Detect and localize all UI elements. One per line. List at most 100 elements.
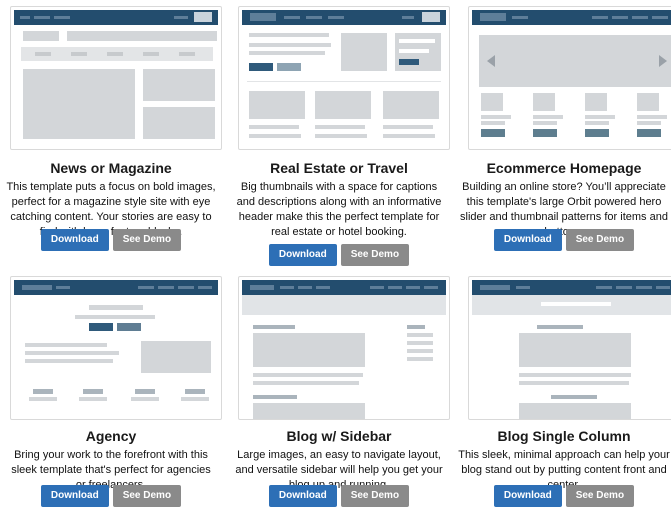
see-demo-button[interactable]: See Demo — [565, 485, 635, 507]
wireframe-shape — [585, 93, 607, 111]
wireframe-shape — [537, 325, 583, 329]
download-button[interactable]: Download — [493, 485, 562, 507]
wireframe-shape — [249, 125, 299, 129]
wireframe-shape — [25, 351, 119, 355]
wireframe-shape — [592, 16, 608, 19]
wireframe-shape — [407, 357, 433, 361]
template-title: Agency — [85, 428, 137, 444]
wireframe-shape — [481, 121, 505, 125]
wireframe-shape — [277, 63, 301, 71]
wireframe-shape — [407, 349, 433, 353]
wireframe-shape — [23, 69, 135, 139]
wireframe-shape — [481, 115, 511, 119]
wireframe-shape — [632, 16, 648, 19]
wireframe-shape — [399, 39, 435, 43]
wireframe-shape — [533, 93, 555, 111]
wireframe-shape — [422, 12, 440, 22]
wireframe-shape — [652, 16, 668, 19]
wireframe-shape — [399, 59, 419, 65]
template-title: Ecommerce Homepage — [486, 160, 642, 176]
wireframe-shape — [250, 285, 274, 290]
wireframe-shape — [56, 286, 70, 289]
template-title: Blog w/ Sidebar — [286, 428, 392, 444]
wireframe-shape — [249, 33, 329, 37]
wireframe-shape — [541, 302, 611, 306]
see-demo-button[interactable]: See Demo — [112, 485, 182, 507]
wireframe-shape — [383, 134, 435, 138]
template-thumbnail-blog-single-column[interactable] — [468, 276, 671, 420]
wireframe-shape — [481, 129, 505, 137]
see-demo-button[interactable]: See Demo — [340, 485, 410, 507]
template-title: Blog Single Column — [497, 428, 631, 444]
wireframe-shape — [637, 129, 661, 137]
wireframe-shape — [89, 323, 113, 331]
download-button[interactable]: Download — [40, 229, 109, 251]
wireframe-shape — [383, 125, 433, 129]
wireframe-shape — [519, 333, 631, 367]
wireframe-shape — [143, 69, 215, 101]
wireframe-shape — [637, 115, 667, 119]
see-demo-button[interactable]: See Demo — [340, 244, 410, 266]
wireframe-shape — [34, 16, 50, 19]
wireframe-shape — [519, 373, 631, 377]
template-thumbnail-ecommerce[interactable] — [468, 6, 671, 150]
download-button[interactable]: Download — [268, 485, 337, 507]
wireframe-shape — [29, 397, 57, 401]
wireframe-shape — [253, 325, 295, 329]
wireframe-shape — [83, 389, 103, 394]
template-thumbnail-agency[interactable] — [10, 276, 222, 420]
wireframe-shape — [516, 286, 530, 289]
wireframe-shape — [280, 286, 294, 289]
wireframe-shape — [402, 16, 414, 19]
wireframe-shape — [71, 52, 87, 56]
chevron-left-icon — [487, 55, 495, 67]
template-title: News or Magazine — [50, 160, 172, 176]
wireframe-shape — [512, 16, 528, 19]
wireframe-shape — [480, 13, 506, 21]
wireframe-shape — [25, 359, 113, 363]
wireframe-shape — [54, 16, 70, 19]
wireframe-shape — [637, 93, 659, 111]
wireframe-shape — [406, 286, 420, 289]
wireframe-shape — [407, 333, 433, 337]
wireframe-shape — [249, 51, 325, 55]
download-button[interactable]: Download — [493, 229, 562, 251]
template-thumbnail-blog-sidebar[interactable] — [238, 276, 450, 420]
download-button[interactable]: Download — [40, 485, 109, 507]
see-demo-button[interactable]: See Demo — [112, 229, 182, 251]
wireframe-shape — [242, 295, 446, 315]
wireframe-shape — [636, 286, 652, 289]
wireframe-shape — [194, 12, 212, 22]
template-description: Big thumbnails with a space for captions… — [236, 181, 442, 238]
wireframe-shape — [585, 121, 609, 125]
wireframe-shape — [79, 397, 107, 401]
template-thumbnail-news-magazine[interactable] — [10, 6, 222, 150]
wireframe-shape — [178, 286, 194, 289]
download-button[interactable]: Download — [268, 244, 337, 266]
wireframe-shape — [370, 286, 384, 289]
wireframe-shape — [20, 16, 30, 19]
wireframe-shape — [316, 286, 330, 289]
wireframe-shape — [315, 125, 365, 129]
wireframe-shape — [131, 397, 159, 401]
wireframe-shape — [315, 91, 371, 119]
wireframe-shape — [388, 286, 402, 289]
template-thumbnail-real-estate-travel[interactable] — [238, 6, 450, 150]
wireframe-shape — [143, 107, 215, 139]
see-demo-button[interactable]: See Demo — [565, 229, 635, 251]
wireframe-shape — [585, 129, 609, 137]
wireframe-shape — [407, 341, 433, 345]
wireframe-shape — [253, 373, 363, 377]
wireframe-shape — [612, 16, 628, 19]
wireframe-shape — [107, 52, 123, 56]
wireframe-shape — [135, 389, 155, 394]
wireframe-shape — [533, 129, 557, 137]
thumbnail-nav-bar — [242, 280, 446, 295]
wireframe-shape — [637, 121, 661, 125]
wireframe-shape — [519, 403, 631, 419]
wireframe-shape — [33, 389, 53, 394]
wireframe-shape — [179, 52, 195, 56]
wireframe-shape — [117, 323, 141, 331]
wireframe-shape — [247, 81, 441, 82]
wireframe-shape — [341, 33, 387, 71]
